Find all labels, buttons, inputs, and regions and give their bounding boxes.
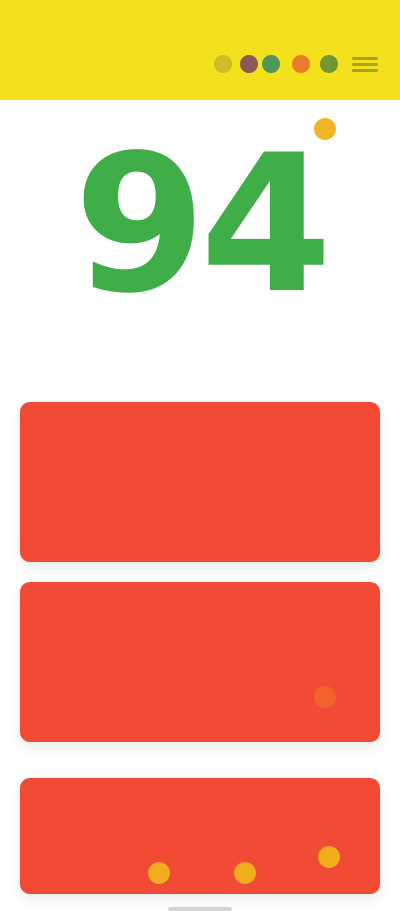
status-indicator-dot	[314, 686, 336, 708]
card-col-mid	[184, 662, 304, 680]
card-col-left	[46, 662, 166, 680]
card-col-left	[46, 482, 166, 500]
card-row	[20, 482, 380, 552]
result-card[interactable]	[20, 402, 380, 562]
result-card[interactable]	[20, 778, 380, 894]
language-flag-icon[interactable]	[240, 55, 258, 73]
home-indicator	[168, 907, 232, 911]
menu-button[interactable]	[352, 54, 378, 74]
menu-icon	[352, 57, 378, 60]
app-logo[interactable]	[24, 38, 182, 76]
language-flag-icon[interactable]	[262, 55, 280, 73]
card-left-block	[40, 802, 120, 872]
status-indicator-dot	[314, 118, 336, 140]
status-indicator-dot	[318, 846, 340, 868]
status-indicator-dot	[234, 862, 256, 884]
menu-icon	[352, 63, 378, 66]
card-col-mid	[184, 482, 304, 500]
top-header	[0, 0, 400, 100]
score-value: 94	[73, 114, 332, 335]
language-flag-icon[interactable]	[320, 55, 338, 73]
result-card[interactable]	[20, 582, 380, 742]
language-flag-icon[interactable]	[214, 55, 232, 73]
status-indicator-dot	[148, 862, 170, 884]
language-flag-icon[interactable]	[292, 55, 310, 73]
menu-icon	[352, 69, 378, 72]
